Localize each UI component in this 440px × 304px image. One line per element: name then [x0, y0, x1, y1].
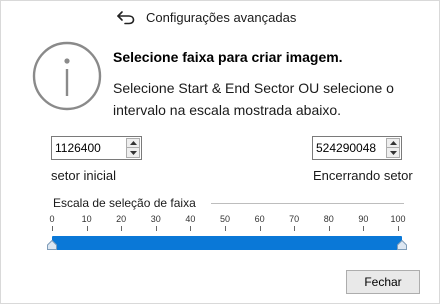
scale-tick-mark — [328, 226, 330, 231]
chevron-down-icon — [129, 150, 137, 155]
scale-tick-label: 0 — [49, 214, 55, 224]
scale-tick-mark — [121, 226, 123, 231]
end-sector-decrement-button[interactable] — [386, 148, 400, 158]
back-arrow-icon[interactable] — [116, 9, 136, 25]
scale-divider — [211, 203, 404, 204]
scale-tick-label: 40 — [185, 214, 196, 224]
scale-tick-label: 30 — [150, 214, 161, 224]
chevron-up-icon — [129, 141, 137, 145]
scale-tick-mark — [155, 226, 157, 231]
start-sector-spin-buttons — [126, 138, 140, 158]
title-bar: Configurações avançadas — [1, 1, 439, 34]
close-button[interactable]: Fechar — [346, 270, 420, 294]
scale-tick-mark — [259, 226, 261, 231]
scale-tick-mark — [225, 226, 226, 231]
scale-tick-mark — [294, 226, 296, 231]
range-slider-track[interactable] — [52, 236, 402, 250]
scale-tick-mark — [363, 226, 365, 231]
info-description: Selecione Start & End Sector OU selecion… — [113, 80, 394, 118]
info-heading: Selecione faixa para criar imagem. — [113, 49, 343, 65]
range-start-handle[interactable] — [47, 237, 57, 250]
start-sector-input[interactable] — [52, 137, 126, 159]
scale-title: Escala de seleção de faixa — [53, 196, 196, 210]
scale-tick-mark — [398, 226, 399, 231]
scale-ticks: 0 10 20 30 40 50 60 70 80 90 100 — [1, 214, 440, 234]
scale-tick-label: 70 — [289, 214, 300, 224]
range-end-handle[interactable] — [397, 237, 407, 250]
end-sector-spinner[interactable] — [312, 136, 402, 160]
chevron-up-icon — [389, 141, 397, 145]
scale-tick-mark — [86, 226, 88, 231]
end-sector-increment-button[interactable] — [386, 138, 400, 148]
start-sector-increment-button[interactable] — [126, 138, 140, 148]
start-sector-decrement-button[interactable] — [126, 148, 140, 158]
scale-tick-label: 100 — [390, 214, 406, 224]
scale-tick-label: 90 — [358, 214, 369, 224]
end-sector-label: Encerrando setor — [313, 168, 413, 183]
advanced-settings-window: Configurações avançadas Selecione faixa … — [0, 0, 440, 304]
scale-tick-label: 50 — [219, 214, 231, 224]
end-sector-spin-buttons — [386, 138, 400, 158]
scale-tick-mark — [190, 226, 192, 231]
end-sector-input[interactable] — [313, 137, 386, 159]
window-title: Configurações avançadas — [146, 10, 297, 25]
chevron-down-icon — [389, 150, 397, 155]
scale-tick-label: 20 — [116, 214, 127, 224]
scale-tick-mark — [52, 226, 53, 231]
scale-tick-label: 80 — [323, 214, 334, 224]
scale-tick-label: 10 — [81, 214, 92, 224]
start-sector-label: setor inicial — [51, 168, 117, 183]
start-sector-spinner[interactable] — [51, 136, 142, 160]
info-icon — [32, 41, 102, 111]
scale-tick-label: 60 — [254, 214, 265, 224]
